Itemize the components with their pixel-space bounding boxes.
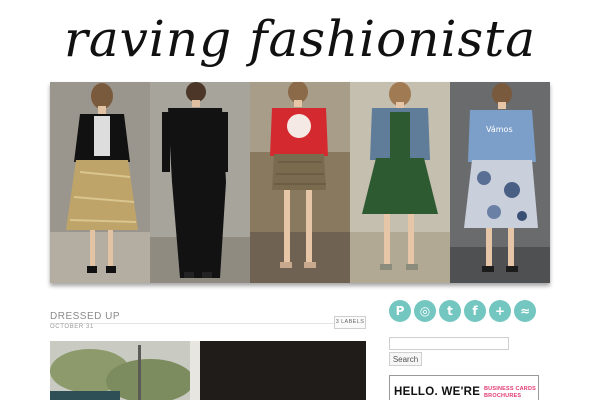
pinterest-icon[interactable]: P xyxy=(389,300,411,322)
instagram-icon[interactable]: ◎ xyxy=(414,300,436,322)
facebook-icon[interactable]: f xyxy=(464,300,486,322)
labels-button[interactable]: 3 LABELS xyxy=(334,316,366,329)
ad-service-brochures: BROCHURES xyxy=(484,393,522,399)
ad-headline: HELLO. WE'RE xyxy=(394,386,481,398)
svg-text:Vámos: Vámos xyxy=(486,125,513,134)
banner-photo-black-dress xyxy=(150,82,250,283)
banner-photo-green-skirt xyxy=(350,82,450,283)
ad-services: BUSINESS CARDS BROCHURES xyxy=(484,386,536,400)
banner-photo-sequin-skirt xyxy=(50,82,150,283)
search-button[interactable]: Search xyxy=(389,352,422,366)
sidebar-ad[interactable]: HELLO. WE'RE BUSINESS CARDS BROCHURES xyxy=(389,375,539,400)
twitter-icon[interactable]: t xyxy=(439,300,461,322)
header-banner[interactable]: Vámos xyxy=(50,82,550,283)
search-input[interactable] xyxy=(389,337,509,350)
post-photo[interactable] xyxy=(50,341,366,400)
banner-photo-red-tee xyxy=(250,82,350,283)
post-title[interactable]: DRESSED UP xyxy=(50,311,120,322)
post-date: OCTOBER 31 xyxy=(50,324,94,330)
social-icons: P ◎ t f + ≈ xyxy=(389,300,539,324)
rss-icon[interactable]: ≈ xyxy=(514,300,536,322)
bloglovin-icon[interactable]: + xyxy=(489,300,511,322)
blog-title[interactable]: raving fashionista xyxy=(0,4,600,74)
banner-photo-floral-skirt: Vámos xyxy=(450,82,550,283)
ad-service-business-cards: BUSINESS CARDS xyxy=(484,386,537,392)
